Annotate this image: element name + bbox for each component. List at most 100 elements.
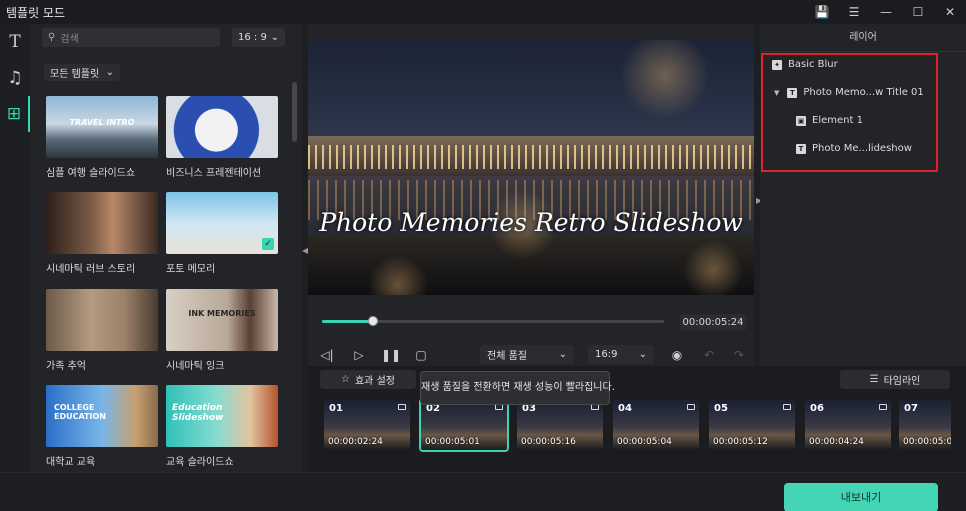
template-card[interactable]: 가족 추억 — [46, 289, 158, 372]
playback-controls: ◁| ▷ ❚❚ ▢ 전체 품질 ⌄ 16:9 ⌄ ◉ ↶ ↷ — [308, 344, 754, 366]
effect-settings-button[interactable]: ☆ 효과 설정 — [320, 370, 416, 389]
clip-thumbnail[interactable]: 07 00:00:05:00 — [899, 400, 951, 450]
layer-label: Element 1 — [812, 115, 863, 126]
preview-ratio-value: 16:9 — [595, 349, 618, 360]
maximize-icon[interactable]: ☐ — [902, 0, 934, 24]
clip-thumbnail[interactable]: 06 00:00:04:24 — [805, 400, 891, 450]
footer-bar: 내보내기 — [0, 472, 966, 511]
effect-settings-icon: ☆ — [341, 374, 350, 385]
chevron-down-icon: ⌄ — [638, 349, 647, 360]
template-label: 시네마틱 잉크 — [166, 361, 225, 372]
timeline-button[interactable]: ☰ 타임라인 — [840, 370, 950, 389]
redo-icon[interactable]: ↷ — [730, 346, 748, 364]
export-button[interactable]: 내보내기 — [784, 483, 938, 511]
clip-number: 05 — [714, 403, 728, 414]
clip-thumbnail[interactable]: 01 00:00:02:24 — [324, 400, 410, 450]
search-input[interactable]: ⚲ 검색 — [42, 28, 220, 47]
thumbnail-text: TRAVEL INTRO — [69, 118, 135, 127]
template-thumbnail — [46, 289, 158, 351]
preview-title-overlay: Photo Memories Retro Slideshow — [319, 208, 743, 237]
layer-item[interactable]: ✦ Basic Blur — [772, 59, 838, 70]
template-label: 포토 메모리 — [166, 264, 216, 275]
template-thumbnail: TRAVEL INTRO — [46, 96, 158, 158]
template-scrollbar[interactable] — [292, 82, 297, 142]
clip-number: 04 — [618, 403, 632, 414]
template-card[interactable]: 비즈니스 프레젠테이션 — [166, 96, 278, 179]
chevron-down-icon: ⌄ — [558, 349, 567, 360]
clip-duration: 00:00:05:04 — [617, 437, 672, 447]
save-icon[interactable]: 💾 — [806, 0, 838, 24]
thumbnail-text: COLLEGE EDUCATION — [54, 403, 106, 421]
template-card[interactable]: COLLEGE EDUCATION 대학교 교육 — [46, 385, 158, 468]
template-label: 교육 슬라이드쇼 — [166, 457, 234, 468]
layer-item[interactable]: ▣ Element 1 — [796, 115, 863, 126]
chevron-down-icon: ⌄ — [270, 32, 279, 43]
pause-icon[interactable]: ❚❚ — [381, 346, 401, 364]
template-label: 시네마틱 러브 스토리 — [46, 264, 136, 275]
thumbnail-text: Education Slideshow — [172, 403, 224, 423]
template-thumbnail: INK MEMORIES — [166, 289, 278, 351]
render-preview-icon[interactable]: ◉ — [668, 346, 686, 364]
thumbnail-text: INK MEMORIES — [188, 309, 256, 318]
clip-duration: 00:00:05:12 — [713, 437, 768, 447]
template-add-icon[interactable]: ⊞ — [0, 96, 30, 132]
music-icon[interactable]: ♫ — [0, 60, 30, 96]
template-card[interactable]: INK MEMORIES 시네마틱 잉크 — [166, 289, 278, 372]
stop-icon[interactable]: ▢ — [412, 346, 430, 364]
layer-label: Photo Memo...w Title 01 — [803, 87, 924, 98]
clip-duration: 00:00:05:16 — [521, 437, 576, 447]
template-card[interactable]: 시네마틱 러브 스토리 — [46, 192, 158, 275]
window-title: 템플릿 모드 — [6, 5, 66, 20]
expand-arrow-icon[interactable]: ▼ — [774, 89, 779, 97]
menu-list-icon[interactable]: ☰ — [838, 0, 870, 24]
media-icon — [783, 404, 791, 410]
preview-ratio-dropdown[interactable]: 16:9 ⌄ — [588, 345, 654, 364]
media-icon — [687, 404, 695, 410]
layers-panel: 레이어 ✦ Basic Blur ▼ T Photo Memo...w Titl… — [760, 24, 966, 372]
template-card[interactable]: ✓ 포토 메모리 — [166, 192, 278, 275]
video-preview[interactable]: Photo Memories Retro Slideshow — [308, 40, 754, 295]
chevron-down-icon: ⌄ — [105, 67, 114, 78]
timeline-icon: ☰ — [869, 374, 879, 385]
quality-value: 전체 품질 — [487, 351, 527, 362]
text-icon[interactable]: T — [0, 24, 30, 60]
progress-handle[interactable] — [368, 316, 379, 326]
template-thumbnail — [46, 192, 158, 254]
close-icon[interactable]: ✕ — [934, 0, 966, 24]
clip-thumbnail[interactable]: 04 00:00:05:04 — [613, 400, 699, 450]
template-label: 가족 추억 — [46, 361, 86, 372]
layer-item[interactable]: ▼ T Photo Memo...w Title 01 — [774, 87, 924, 98]
template-thumbnail — [166, 96, 278, 158]
clip-number: 07 — [904, 403, 918, 414]
prev-frame-icon[interactable]: ◁| — [318, 346, 336, 364]
layer-item[interactable]: T Photo Me...lideshow — [796, 143, 912, 154]
undo-icon[interactable]: ↶ — [700, 346, 718, 364]
title-icon: T — [796, 143, 806, 154]
play-icon[interactable]: ▷ — [350, 346, 368, 364]
clip-thumbnail[interactable]: 05 00:00:05:12 — [709, 400, 795, 450]
clip-thumbnail[interactable]: 02 00:00:05:01 — [419, 398, 509, 452]
media-icon — [398, 404, 406, 410]
clip-duration: 00:00:05:00 — [903, 437, 951, 447]
playback-progress[interactable] — [322, 316, 664, 326]
template-card[interactable]: TRAVEL INTRO 심플 여행 슬라이드쇼 — [46, 96, 158, 179]
layer-label: Basic Blur — [788, 59, 838, 70]
template-label: 심플 여행 슬라이드쇼 — [46, 168, 136, 179]
quality-tooltip: 재생 품질을 전환하면 재생 성능이 빨라집니다. — [420, 371, 615, 405]
timeline-label: 타임라인 — [883, 376, 921, 387]
clip-number: 01 — [329, 403, 343, 414]
clip-duration: 00:00:02:24 — [328, 437, 383, 447]
template-card[interactable]: Education Slideshow 교육 슬라이드쇼 — [166, 385, 278, 468]
template-filter-dropdown[interactable]: 모든 템플릿 ⌄ — [44, 64, 120, 81]
quality-dropdown[interactable]: 전체 품질 ⌄ — [480, 345, 574, 364]
preview-panel: Photo Memories Retro Slideshow 00:00:05:… — [308, 24, 754, 372]
template-thumbnail: COLLEGE EDUCATION — [46, 385, 158, 447]
clip-duration: 00:00:05:01 — [425, 437, 480, 447]
layers-header: 레이어 — [760, 24, 966, 52]
clip-thumbnail[interactable]: 03 00:00:05:16 — [517, 400, 603, 450]
template-panel: ⚲ 검색 16 : 9 ⌄ 모든 템플릿 ⌄ TRAVEL INTRO 심플 여… — [30, 24, 302, 472]
aspect-ratio-dropdown[interactable]: 16 : 9 ⌄ — [232, 28, 285, 47]
element-icon: ▣ — [796, 115, 806, 126]
minimize-icon[interactable]: — — [870, 0, 902, 24]
layers-highlight-box — [761, 53, 938, 172]
